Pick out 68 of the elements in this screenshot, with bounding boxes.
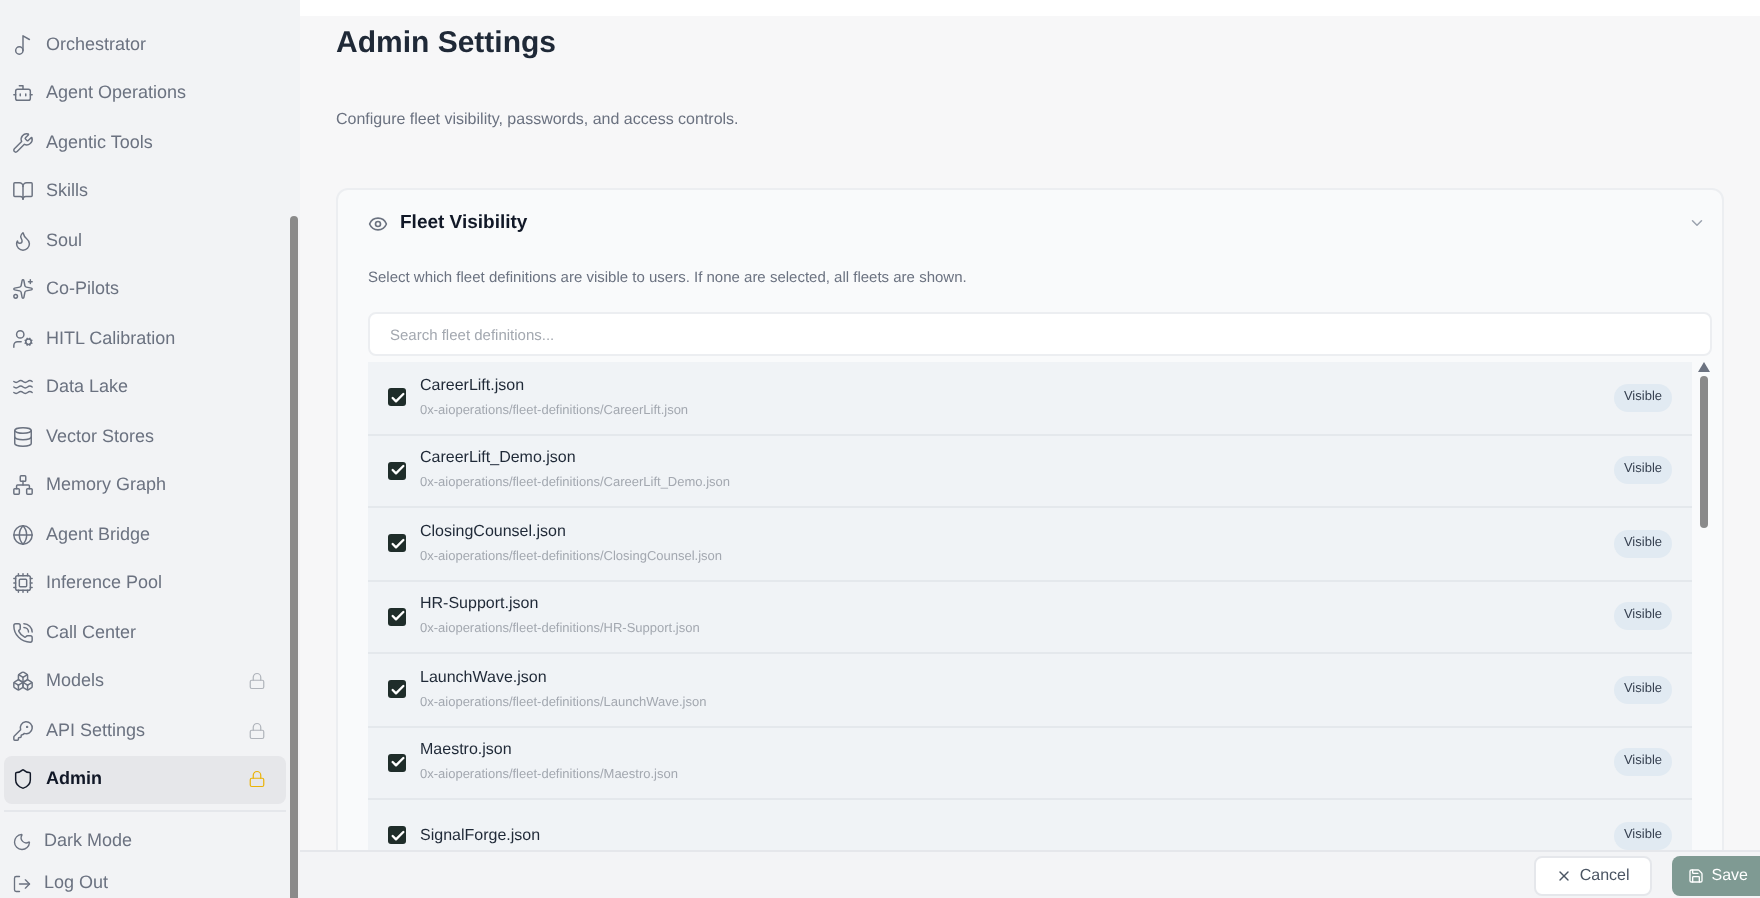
book-icon <box>12 180 34 203</box>
waves-icon <box>12 376 34 399</box>
scrollbar[interactable] <box>1699 376 1707 528</box>
boxes-icon <box>12 670 34 693</box>
checkbox[interactable] <box>388 461 406 480</box>
checkbox[interactable] <box>388 388 406 407</box>
sidebar-item[interactable]: Agent Bridge <box>4 510 286 559</box>
checkbox[interactable] <box>388 534 406 553</box>
page-title: Admin Settings <box>336 24 559 64</box>
moon-icon <box>12 831 32 851</box>
scroll-up-icon[interactable] <box>1697 362 1709 372</box>
scrollbar[interactable] <box>290 216 298 898</box>
sidebar-item[interactable]: Co-Pilots <box>4 265 286 314</box>
sidebar-item[interactable]: Skills <box>4 167 286 216</box>
check-icon <box>389 681 405 698</box>
sidebar-item[interactable]: Soul <box>4 216 286 265</box>
fleet-name: CareerLift.json <box>420 373 527 398</box>
sidebar-item[interactable]: Models <box>4 657 286 706</box>
key-icon <box>12 719 34 742</box>
fleet-name: ClosingCounsel.json <box>420 519 568 544</box>
checkbox[interactable] <box>388 607 406 626</box>
check-icon <box>389 827 405 844</box>
close-icon <box>1555 867 1572 883</box>
save-icon <box>1687 867 1704 883</box>
section-title: Fleet Visibility <box>400 209 528 237</box>
save-button[interactable]: Save <box>1671 855 1760 895</box>
sidebar-item[interactable]: Dark Mode <box>4 820 286 862</box>
sidebar-item[interactable]: Inference Pool <box>4 559 286 608</box>
sidebar-item[interactable]: Agentic Tools <box>4 118 286 167</box>
fleet-name: SignalForge.json <box>420 823 543 848</box>
checkbox[interactable] <box>388 753 406 772</box>
check-icon <box>389 535 405 552</box>
sidebar-item[interactable]: Agent Operations <box>4 69 286 118</box>
check-icon <box>389 389 405 406</box>
flame-icon <box>12 229 34 252</box>
fleet-name: Maestro.json <box>420 738 514 763</box>
check-icon <box>389 608 405 625</box>
sidebar-item[interactable]: HITL Calibration <box>4 314 286 363</box>
shield-icon <box>12 768 34 791</box>
check-icon <box>389 754 405 771</box>
network-icon <box>12 474 34 497</box>
sidebar-item[interactable]: API Settings <box>4 706 286 755</box>
sidebar-item[interactable]: Admin <box>4 755 286 804</box>
fleet-name: CareerLift_Demo.json <box>420 446 578 471</box>
chip-icon <box>12 572 34 595</box>
sidebar-item[interactable]: Orchestrator <box>4 20 286 69</box>
logout-icon <box>12 873 32 893</box>
eye-icon <box>368 213 388 234</box>
wrench-icon <box>12 131 34 154</box>
sidebar-item[interactable]: Memory Graph <box>4 461 286 510</box>
checkbox[interactable] <box>388 826 406 845</box>
sidebar-item[interactable]: Log Out <box>4 862 286 898</box>
database-icon <box>12 425 34 448</box>
sidebar-item[interactable]: Call Center <box>4 608 286 657</box>
bot-icon <box>12 82 34 105</box>
checkbox[interactable] <box>388 680 406 699</box>
check-icon <box>389 462 405 479</box>
sidebar-item[interactable]: Vector Stores <box>4 412 286 461</box>
page-description: Configure fleet visibility, passwords, and access controls. <box>336 107 741 131</box>
sidebar-item[interactable]: Data Lake <box>4 363 286 412</box>
fleet-name: LaunchWave.json <box>420 665 549 690</box>
sparkles-icon <box>12 278 34 301</box>
phone-icon <box>12 621 34 644</box>
music-icon <box>12 33 34 56</box>
cancel-button[interactable]: Cancel <box>1533 855 1652 895</box>
user-icon <box>12 327 34 350</box>
globe-icon <box>12 523 34 546</box>
fleet-name: HR-Support.json <box>420 592 541 617</box>
